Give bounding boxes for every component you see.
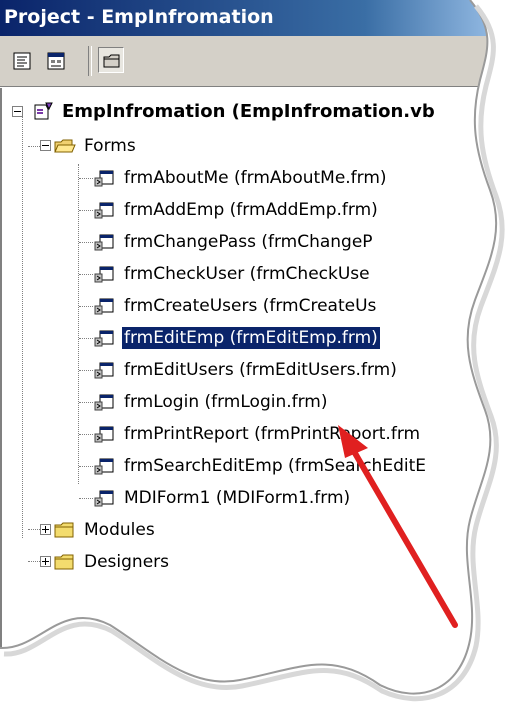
torn-edge-decoration	[0, 0, 521, 709]
project-explorer-window: Project - EmpInfromation EmpInfromation …	[0, 0, 521, 709]
